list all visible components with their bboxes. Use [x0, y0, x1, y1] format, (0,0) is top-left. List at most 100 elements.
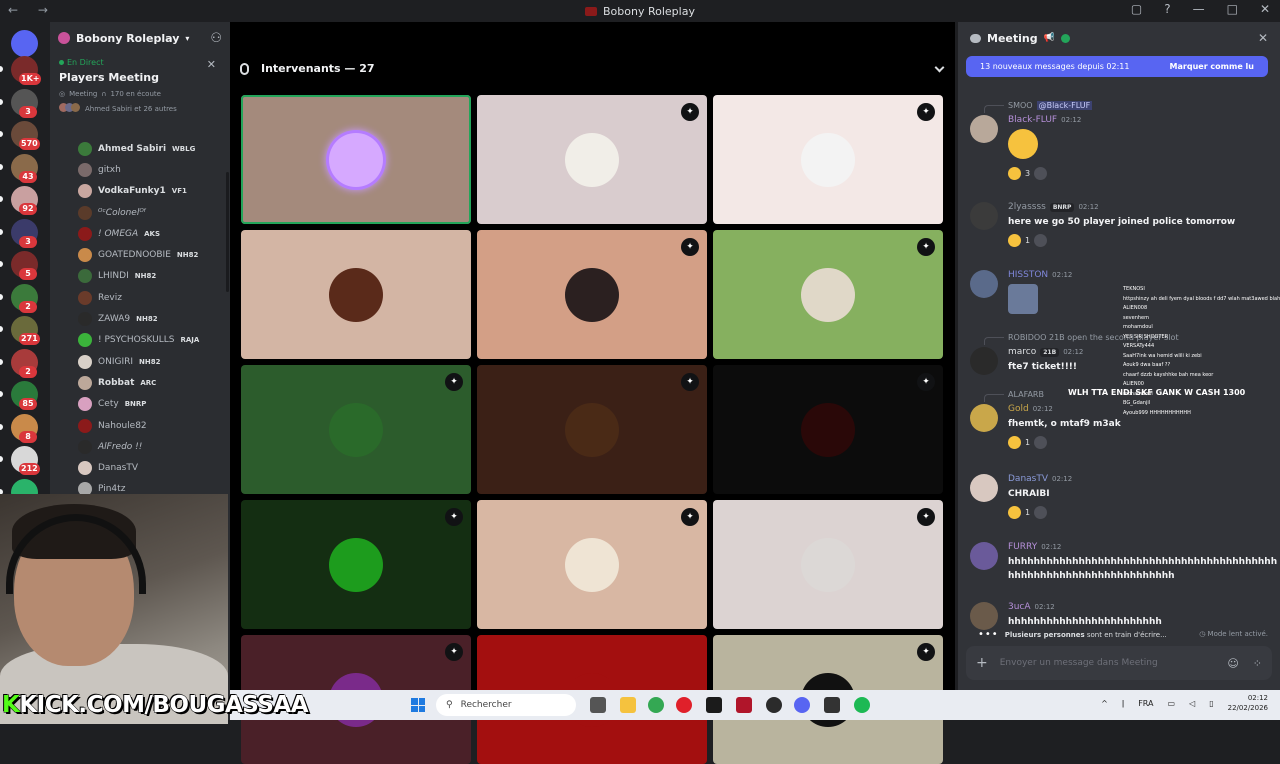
speaker-tile[interactable]: ✦ [241, 500, 471, 629]
add-reaction-icon[interactable] [1034, 233, 1048, 247]
stage-user[interactable]: ! OMEGA AKS [50, 223, 230, 244]
close-icon[interactable]: ✕ [207, 58, 216, 71]
stage-user[interactable]: LHINDI NH82 [50, 266, 230, 287]
add-attachment-icon[interactable]: + [976, 655, 988, 671]
speaker-tile[interactable]: ✦ [477, 230, 707, 359]
sidebar-scrollbar[interactable] [226, 172, 229, 292]
minimize-button[interactable]: — [1193, 2, 1205, 16]
message-author[interactable]: Gold [1008, 404, 1029, 414]
add-reaction-icon[interactable] [1034, 505, 1048, 519]
speaker-tile[interactable]: ✦ [713, 95, 943, 224]
clock[interactable]: 02:12 22/02/2026 [1228, 693, 1268, 713]
discord-home-icon[interactable] [11, 30, 38, 57]
attached-image[interactable] [1008, 284, 1038, 314]
message-author[interactable]: 3ucA [1008, 602, 1031, 612]
language-indicator[interactable]: FRA [1138, 699, 1153, 708]
battery-icon[interactable]: ▯ [1209, 699, 1213, 708]
message-author[interactable]: marco [1008, 347, 1036, 357]
add-reaction-icon[interactable] [1034, 166, 1048, 180]
avatar[interactable] [970, 115, 998, 143]
stage-user[interactable]: Ahmed Sabiri WBLG [50, 138, 230, 159]
stage-user[interactable]: DanasTV [50, 457, 230, 478]
spotify-icon[interactable] [854, 697, 870, 713]
file-explorer-icon[interactable] [620, 697, 636, 713]
speaker-tile[interactable] [241, 230, 471, 359]
stage-user[interactable]: ZAWA9 NH82 [50, 308, 230, 329]
maximize-button[interactable]: □ [1227, 2, 1238, 16]
stage-user[interactable]: AlFredo !! [50, 436, 230, 457]
laughing-emoji-icon[interactable] [1008, 505, 1021, 519]
speaker-tile[interactable]: ✦ [477, 95, 707, 224]
close-chat-icon[interactable]: ✕ [1258, 31, 1268, 45]
message-author[interactable]: DanasTV [1008, 474, 1048, 484]
network-icon[interactable]: ▭ [1168, 699, 1176, 708]
speaker-tile[interactable] [241, 95, 471, 224]
collapse-chevron-icon[interactable] [934, 62, 945, 73]
terminal-icon[interactable] [706, 697, 722, 713]
nav-arrows[interactable]: ← → [8, 3, 56, 17]
reaction-bar[interactable]: 1 [1008, 434, 1048, 450]
add-reaction-icon[interactable] [1034, 435, 1048, 449]
stage-channel-name[interactable]: Players Meeting [59, 71, 221, 84]
avatar[interactable] [970, 347, 998, 375]
reply-preview[interactable]: SMOO @Black-FLUF [1008, 101, 1093, 110]
help-icon[interactable]: ? [1164, 2, 1170, 16]
obs-icon[interactable] [766, 697, 782, 713]
stage-user[interactable]: Reviz [50, 287, 230, 308]
speaker-tile[interactable]: ✦ [477, 500, 707, 629]
chrome-icon[interactable] [648, 697, 664, 713]
opera-icon[interactable] [676, 697, 692, 713]
reaction-bar[interactable]: 3 [1008, 165, 1048, 181]
speaker-tile[interactable]: ✦ [477, 365, 707, 494]
laughing-emoji-icon[interactable] [1008, 166, 1021, 180]
stage-user[interactable]: ! PSYCHOSKULLS RAJA [50, 330, 230, 351]
stage-user[interactable]: Robbat ARC [50, 372, 230, 393]
message-author[interactable]: FURRY [1008, 542, 1037, 552]
server-header[interactable]: Bobony Roleplay ▾ ⚇ [50, 22, 230, 54]
speaker-tile[interactable]: ✦ [713, 230, 943, 359]
windows-start-icon[interactable] [411, 698, 425, 712]
stage-user[interactable]: gitxh [50, 159, 230, 180]
message-author[interactable]: 2lyassss [1008, 202, 1046, 212]
discord-icon[interactable] [794, 697, 810, 713]
add-member-icon[interactable]: ⚇ [210, 31, 222, 46]
apps-icon[interactable]: ⁘ [1253, 657, 1262, 670]
message-composer[interactable]: + Envoyer un message dans Meeting ☺ ⁘ [966, 646, 1272, 680]
taskbar-search[interactable]: ⚲ Rechercher [436, 694, 576, 716]
speaker-tile[interactable]: ✦ [241, 365, 471, 494]
laughing-emoji-icon[interactable] [1008, 233, 1021, 247]
stage-user[interactable]: ᴼᶜColonelᴼᶠ [50, 202, 230, 223]
avatar[interactable] [970, 474, 998, 502]
new-messages-bar[interactable]: 13 nouveaux messages depuis 02:11 Marque… [966, 56, 1268, 77]
avatar[interactable] [970, 202, 998, 230]
mark-read-button[interactable]: Marquer comme lu [1170, 62, 1254, 71]
reply-preview[interactable]: ALAFARB [1008, 390, 1044, 399]
volume-icon[interactable]: ◁ [1189, 699, 1195, 708]
app-window-icon[interactable] [824, 697, 840, 713]
avatar[interactable] [970, 542, 998, 570]
stage-user[interactable]: GOATEDNOOBIE NH82 [50, 244, 230, 265]
inbox-icon[interactable]: ▢ [1131, 2, 1142, 16]
window-controls[interactable]: ▢ ? — □ ✕ [1131, 2, 1270, 16]
message-author[interactable]: HISSTON [1008, 270, 1048, 280]
speaker-tile[interactable]: ✦ [713, 500, 943, 629]
message-author[interactable]: Black-FLUF [1008, 115, 1057, 125]
reaction-bar[interactable]: 1 [1008, 504, 1048, 520]
composer-placeholder[interactable]: Envoyer un message dans Meeting [1000, 658, 1158, 668]
stage-user[interactable]: VodkaFunky1 VF1 [50, 181, 230, 202]
avatar[interactable] [970, 270, 998, 298]
microphone-tray-icon[interactable]: ǀ [1122, 699, 1124, 708]
close-button[interactable]: ✕ [1260, 2, 1270, 16]
reaction-bar[interactable]: 1 [1008, 232, 1048, 248]
avatar[interactable] [970, 404, 998, 432]
emoji-icon[interactable]: ☺ [1227, 657, 1238, 670]
stage-user[interactable]: ONIGIRI NH82 [50, 351, 230, 372]
speaker-tile[interactable]: ✦ [713, 365, 943, 494]
laughing-emoji-icon[interactable] [1008, 435, 1021, 449]
task-view-icon[interactable] [590, 697, 606, 713]
stage-user[interactable]: Nahoule82 [50, 415, 230, 436]
app-a-icon[interactable] [736, 697, 752, 713]
avatar[interactable] [970, 602, 998, 630]
chevron-up-icon[interactable]: ^ [1101, 699, 1108, 708]
stage-user[interactable]: Cety BNRP [50, 394, 230, 415]
